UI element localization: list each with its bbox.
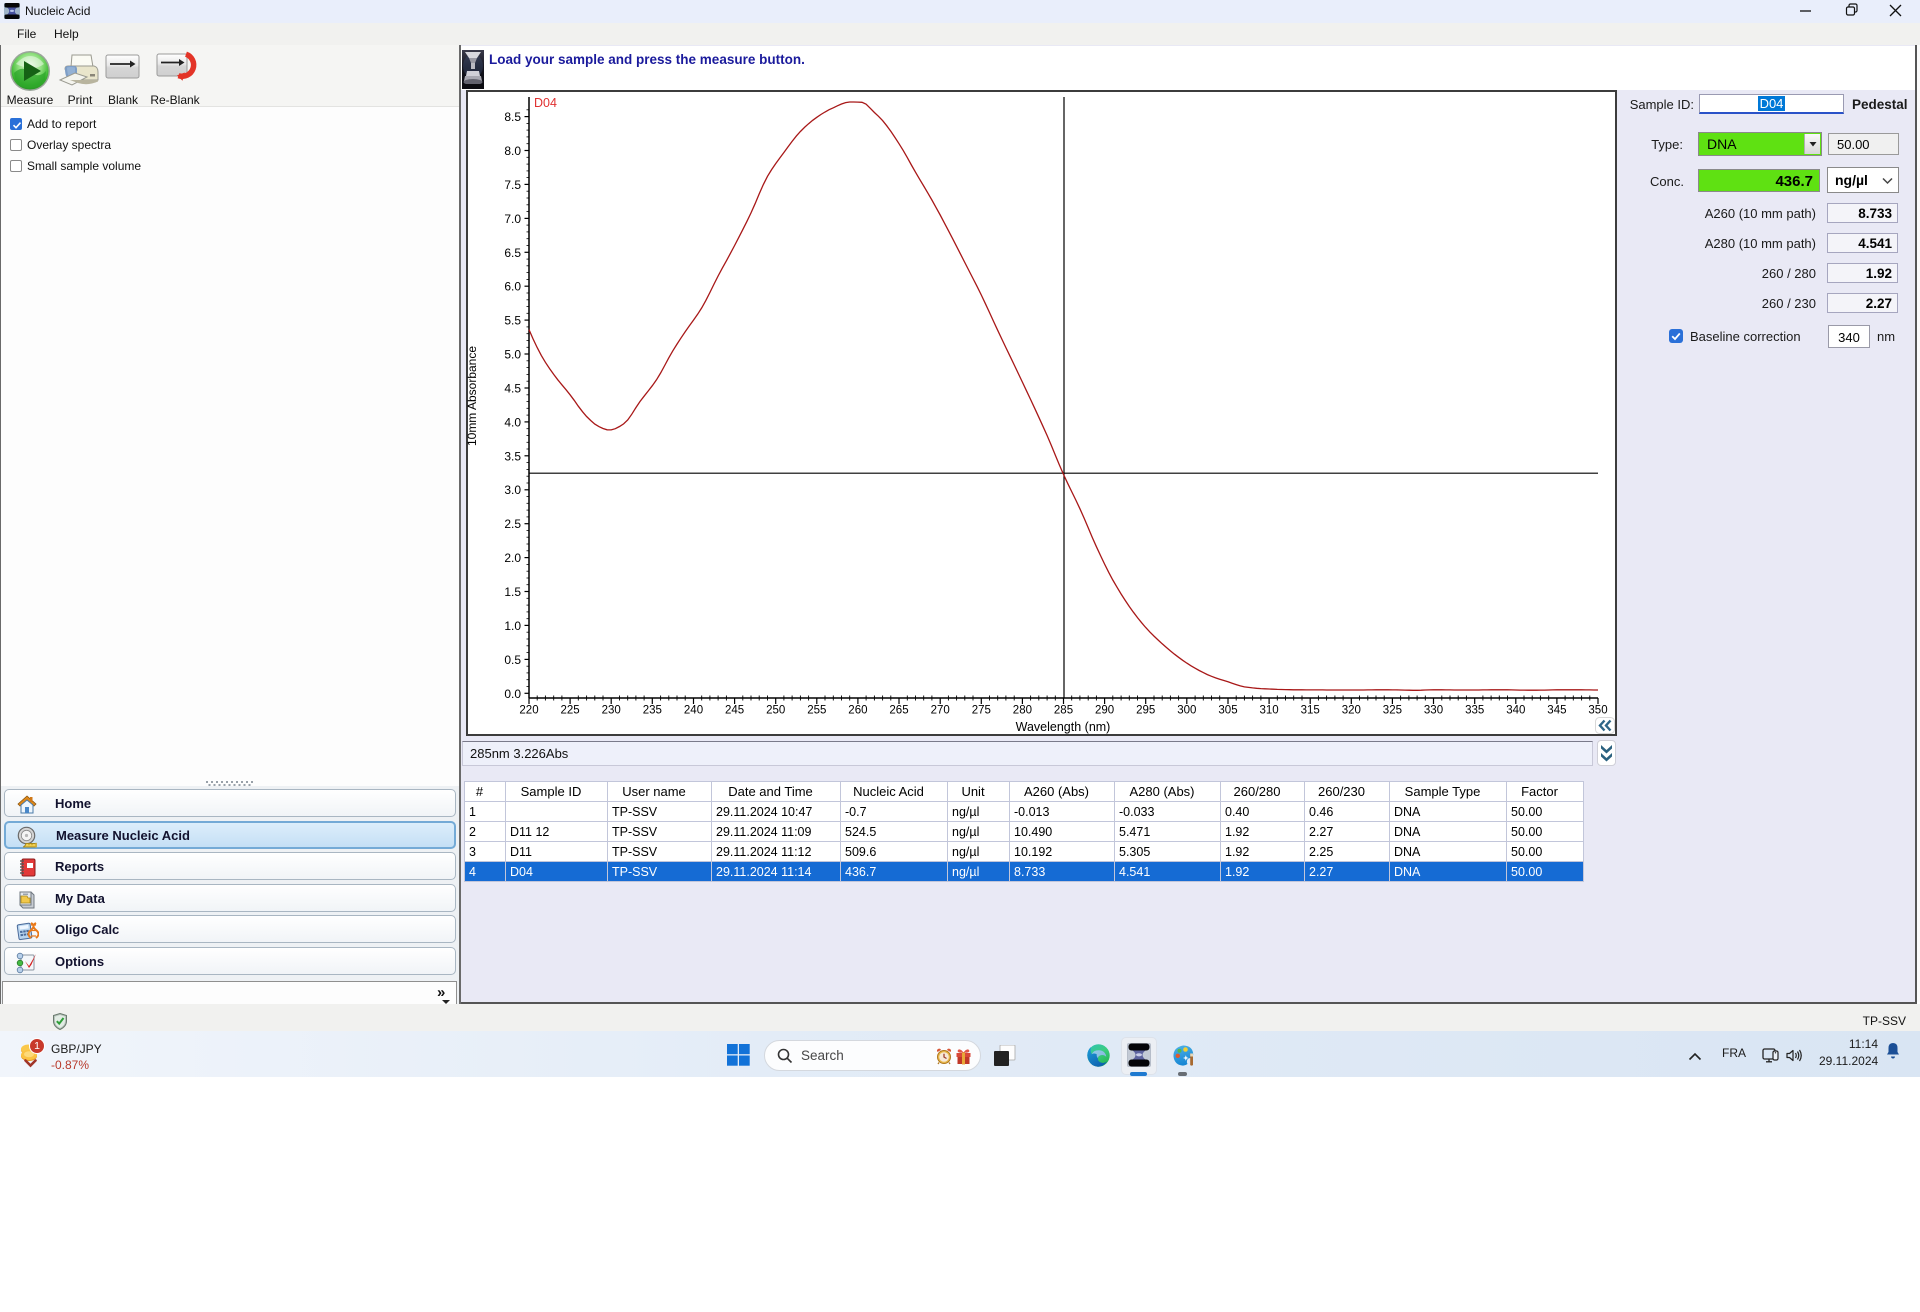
svg-text:275: 275 — [972, 705, 991, 717]
svg-text:350: 350 — [1588, 705, 1607, 717]
svg-text:260: 260 — [848, 705, 867, 717]
svg-text:240: 240 — [684, 705, 703, 717]
svg-text:250: 250 — [766, 705, 785, 717]
svg-text:315: 315 — [1301, 705, 1320, 717]
svg-text:2.5: 2.5 — [504, 517, 521, 531]
svg-text:1.5: 1.5 — [504, 585, 521, 599]
svg-text:335: 335 — [1465, 705, 1484, 717]
svg-text:290: 290 — [1095, 705, 1114, 717]
svg-text:3.0: 3.0 — [504, 483, 521, 497]
svg-text:265: 265 — [889, 705, 908, 717]
svg-text:4.5: 4.5 — [504, 382, 521, 396]
svg-text:1.0: 1.0 — [504, 619, 521, 633]
svg-text:280: 280 — [1013, 705, 1032, 717]
svg-text:340: 340 — [1506, 705, 1525, 717]
svg-text:270: 270 — [931, 705, 950, 717]
svg-text:300: 300 — [1177, 705, 1196, 717]
svg-text:0.5: 0.5 — [504, 653, 521, 667]
svg-text:245: 245 — [725, 705, 744, 717]
svg-text:7.0: 7.0 — [504, 212, 521, 226]
svg-text:255: 255 — [807, 705, 826, 717]
svg-text:7.5: 7.5 — [504, 178, 521, 192]
svg-text:8.5: 8.5 — [504, 110, 521, 124]
svg-text:10mm Absorbance: 10mm Absorbance — [466, 346, 479, 446]
svg-text:220: 220 — [519, 705, 538, 717]
svg-text:6.0: 6.0 — [504, 280, 521, 294]
svg-text:D04: D04 — [534, 96, 557, 110]
svg-text:285: 285 — [1054, 705, 1073, 717]
svg-text:345: 345 — [1547, 705, 1566, 717]
svg-text:230: 230 — [602, 705, 621, 717]
svg-text:8.0: 8.0 — [504, 144, 521, 158]
svg-text:5.5: 5.5 — [504, 314, 521, 328]
svg-text:6.5: 6.5 — [504, 246, 521, 260]
svg-text:305: 305 — [1218, 705, 1237, 717]
svg-text:235: 235 — [643, 705, 662, 717]
svg-text:Wavelength (nm): Wavelength (nm) — [1016, 720, 1111, 734]
svg-text:0.0: 0.0 — [504, 687, 521, 701]
svg-text:5.0: 5.0 — [504, 348, 521, 362]
svg-text:2.0: 2.0 — [504, 551, 521, 565]
svg-text:310: 310 — [1260, 705, 1279, 717]
svg-text:295: 295 — [1136, 705, 1155, 717]
svg-text:4.0: 4.0 — [504, 415, 521, 429]
svg-text:320: 320 — [1342, 705, 1361, 717]
svg-text:3.5: 3.5 — [504, 449, 521, 463]
svg-text:225: 225 — [561, 705, 580, 717]
svg-text:330: 330 — [1424, 705, 1443, 717]
svg-text:325: 325 — [1383, 705, 1402, 717]
